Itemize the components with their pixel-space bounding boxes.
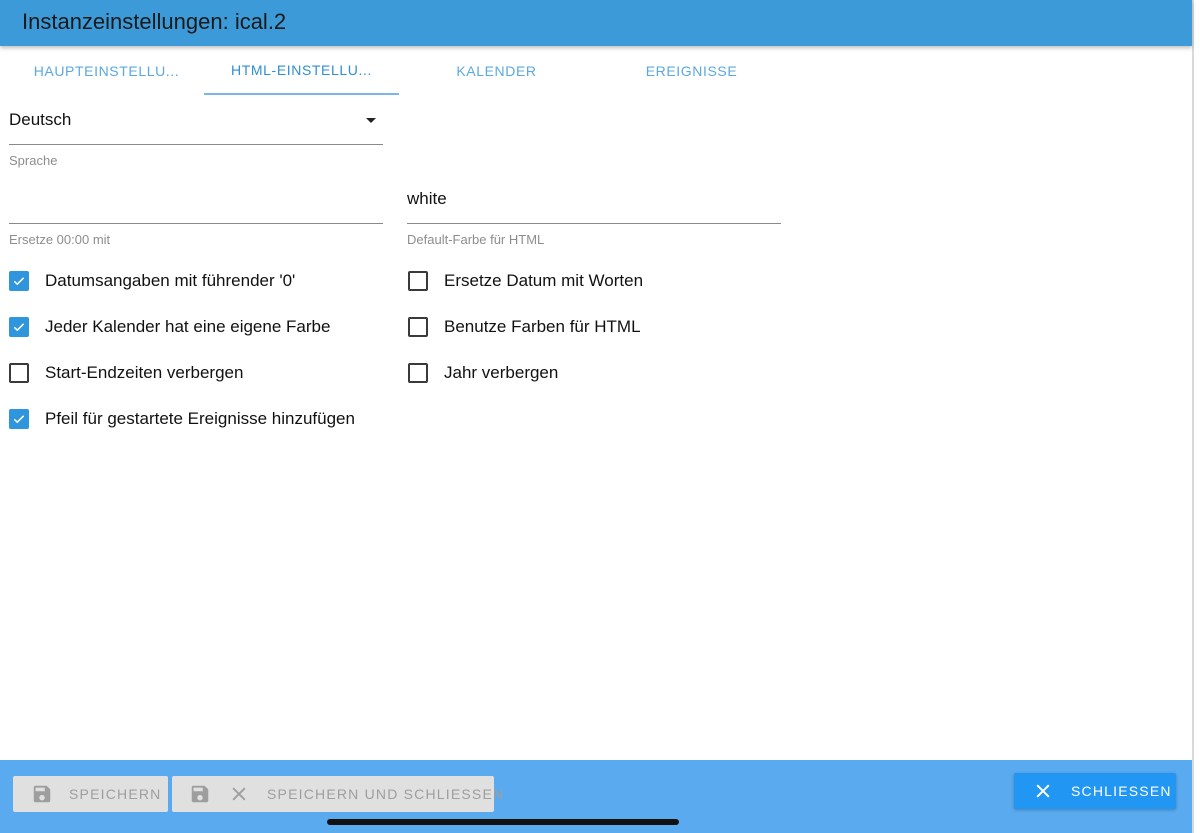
tab-bar: HAUPTEINSTELLU... HTML-EINSTELLU... KALE… (9, 46, 789, 95)
tab-events[interactable]: EREIGNISSE (594, 46, 789, 95)
app-bar: Instanzeinstellungen: ical.2 (0, 0, 1192, 46)
check-icon (13, 415, 25, 424)
save-icon (191, 785, 209, 803)
save-button[interactable]: SPEICHERN (13, 776, 168, 812)
default-color-field[interactable]: white Default-Farbe für HTML (407, 183, 781, 253)
close-button[interactable]: SCHLIESSEN (1014, 773, 1176, 809)
language-select-value: Deutsch (9, 110, 72, 129)
checkbox-checked[interactable] (9, 317, 29, 337)
replace-midnight-underline (9, 223, 383, 224)
home-indicator (327, 819, 679, 825)
checkbox-date-words[interactable]: Ersetze Datum mit Worten (408, 269, 643, 293)
checkbox-own-color[interactable]: Jeder Kalender hat eine eigene Farbe (9, 315, 330, 339)
default-color-value: white (407, 189, 447, 208)
checkbox-html-colors[interactable]: Benutze Farben für HTML (408, 315, 641, 339)
checkbox-label: Ersetze Datum mit Worten (444, 271, 644, 290)
checkbox-label: Datumsangaben mit führender '0' (45, 271, 296, 290)
save-icon (33, 785, 51, 803)
replace-midnight-helper: Ersetze 00:00 mit (9, 232, 111, 247)
language-select-underline (9, 144, 383, 145)
checkbox-label: Benutze Farben für HTML (444, 317, 641, 336)
replace-midnight-field[interactable]: Ersetze 00:00 mit (9, 183, 383, 253)
checkbox-arrow-started[interactable]: Pfeil für gestartete Ereignisse hinzufüg… (9, 407, 355, 431)
tab-calendar[interactable]: KALENDER (399, 46, 594, 95)
default-color-helper: Default-Farbe für HTML (407, 232, 545, 247)
checkbox-label: Start-Endzeiten verbergen (45, 363, 244, 382)
check-icon (13, 277, 25, 286)
checkbox-label: Jeder Kalender hat eine eigene Farbe (45, 317, 331, 336)
chevron-down-icon[interactable] (366, 118, 376, 123)
save-button-label: SPEICHERN (69, 786, 162, 802)
checkbox-checked[interactable] (9, 409, 29, 429)
checkbox-unchecked[interactable] (9, 363, 29, 383)
checkbox-unchecked[interactable] (408, 271, 428, 291)
check-icon (13, 323, 25, 332)
language-select-helper: Sprache (9, 153, 58, 168)
checkbox-label: Jahr verbergen (444, 363, 559, 382)
page-title: Instanzeinstellungen: ical.2 (22, 9, 287, 34)
close-button-label: SCHLIESSEN (1071, 783, 1172, 799)
checkbox-label: Pfeil für gestartete Ereignisse hinzufüg… (45, 409, 355, 428)
checkbox-leading-zero[interactable]: Datumsangaben mit führender '0' (9, 269, 295, 293)
settings-dialog: Instanzeinstellungen: ical.2 HAUPTEINSTE… (0, 0, 1194, 833)
save-and-close-button[interactable]: SPEICHERN UND SCHLIESSEN (172, 776, 503, 812)
checkbox-checked[interactable] (9, 271, 29, 291)
close-icon (232, 787, 246, 801)
save-and-close-label: SPEICHERN UND SCHLIESSEN (267, 786, 505, 802)
checkbox-hide-year[interactable]: Jahr verbergen (408, 361, 558, 385)
checkbox-unchecked[interactable] (408, 317, 428, 337)
language-select[interactable]: Deutsch Sprache (9, 104, 383, 174)
checkbox-hide-times[interactable]: Start-Endzeiten verbergen (9, 361, 243, 385)
checkbox-unchecked[interactable] (408, 363, 428, 383)
tab-main-settings[interactable]: HAUPTEINSTELLU... (9, 46, 204, 95)
default-color-underline (407, 223, 781, 224)
close-icon (1036, 784, 1050, 798)
tab-html-settings[interactable]: HTML-EINSTELLU... (204, 46, 399, 95)
